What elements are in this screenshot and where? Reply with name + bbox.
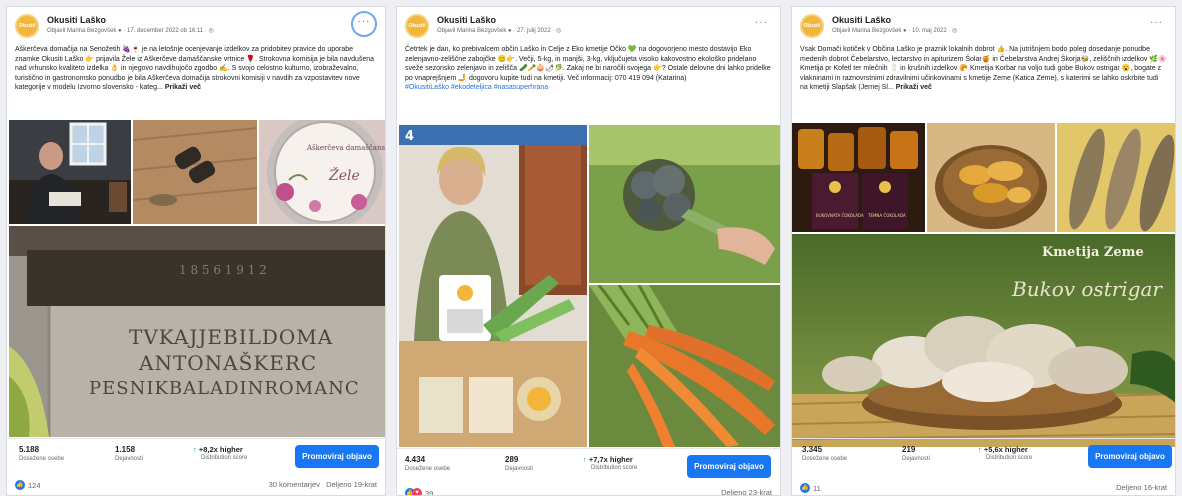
box-number: 4 — [405, 129, 414, 144]
post-body: Vsak Domači kotiček v Občina Laško je pr… — [800, 46, 1167, 92]
more-options-icon[interactable]: ··· — [1150, 17, 1163, 28]
engagement-label: Dejavnosti — [115, 456, 144, 462]
post-header: Okusiti Okusiti Laško Objavil Marina Bez… — [800, 14, 1167, 40]
up-arrow-icon: ↑ — [193, 445, 197, 454]
post-card-domaci-koticek: Okusiti Okusiti Laško Objavil Marina Bez… — [791, 6, 1176, 496]
stone-line-1: TVKAJJEBILDOMA — [129, 325, 333, 349]
see-more-link[interactable]: Prikaži več — [896, 84, 932, 91]
photo-man-reading[interactable] — [9, 120, 131, 224]
engagement-value: 289 — [505, 455, 519, 464]
page-avatar[interactable]: Okusiti — [15, 14, 39, 38]
reaction-count[interactable]: 124 — [28, 481, 41, 490]
chocolate-label-2: TEMNA ČOKOLADA — [867, 213, 906, 218]
post-text: Aškerčeva domačija na Senožetih 🍇🍷 je na… — [15, 45, 377, 93]
promote-post-button[interactable]: Promoviraj objavo — [1088, 445, 1172, 468]
photo-stone-plaque[interactable]: 1 8 5 6 1 9 1 2 TVKAJJEBILDOMA ANTONAŠKE… — [9, 226, 385, 437]
post-stats: 3.345 Dosežene osebe 219 Dejavnosti ↑ +5… — [792, 438, 1175, 476]
stone-line-3: PESNIKBALADINROMANC — [89, 378, 360, 399]
reach-label: Dosežene osebe — [802, 456, 848, 462]
banner-script: Bukov ostrigar — [1011, 277, 1163, 301]
like-icon[interactable]: 👍 — [15, 480, 25, 491]
photo-pastry-basket[interactable] — [927, 123, 1055, 232]
reaction-count[interactable]: 11 — [813, 484, 821, 493]
photo-woman-produce[interactable]: 4 — [399, 125, 587, 447]
photo-oyster-mushrooms[interactable]: Kmetija Zeme Bukov ostrigar — [792, 234, 1175, 447]
engagement-value: 219 — [902, 445, 916, 454]
up-arrow-icon: ↑ — [978, 445, 982, 454]
distribution-value: ↑ +8,2x higher — [193, 445, 243, 454]
more-options-icon[interactable]: ··· — [351, 11, 377, 37]
page-name-link[interactable]: Okusiti Laško — [832, 15, 891, 25]
reach-label: Dosežene osebe — [405, 466, 451, 472]
post-text: Vsak Domači kotiček v Občina Laško je pr… — [800, 45, 1167, 93]
distribution-label: Distribution score — [986, 455, 1033, 461]
shares-count[interactable]: Deljeno 16-krat — [1116, 483, 1167, 492]
reach-value: 5.188 — [19, 445, 40, 454]
post-byline: Objavil Marina Bezgovšek ● · 10. maj 202… — [832, 28, 958, 34]
promote-post-button[interactable]: Promoviraj objavo — [295, 445, 379, 468]
chocolate-label-1: BUKOVNATA ČOKOLADA — [816, 213, 864, 218]
photo-dried-trout[interactable] — [1057, 123, 1175, 232]
engagement-value: 1.158 — [115, 445, 136, 454]
engagement-label: Dejavnosti — [505, 466, 534, 472]
stone-line-2: ANTONAŠKERC — [138, 350, 317, 375]
love-icon[interactable]: ♥ — [412, 488, 422, 495]
post-card-eko-ocko: Okusiti Okusiti Laško Objavil Marina Bez… — [396, 6, 781, 496]
reach-label: Dosežene osebe — [19, 456, 65, 462]
post-body: Četrtek je dan, ko prebivalcem občin Laš… — [405, 46, 771, 82]
like-icon[interactable]: 👍 — [800, 483, 810, 494]
jar-sub-text: Žele — [328, 166, 360, 184]
post-header: Okusiti Okusiti Laško Objavil Marina Bez… — [15, 11, 377, 40]
reactions-bar: 👍 124 30 komentarjev Deljeno 19-krat — [15, 480, 377, 494]
shares-count[interactable]: Deljeno 23-krat — [721, 488, 772, 495]
reach-value: 4.434 — [405, 455, 426, 464]
post-hashtags[interactable]: #OkusitiLaško #ekodeteljica #nasasuperhr… — [405, 84, 548, 91]
engagement-label: Dejavnosti — [902, 456, 931, 462]
post-card-askerc: Okusiti Okusiti Laško Objavil Marina Bez… — [6, 6, 386, 496]
up-arrow-icon: ↑ — [583, 455, 587, 464]
post-header: Okusiti Okusiti Laško Objavil Marina Bez… — [405, 14, 772, 40]
more-options-icon[interactable]: ··· — [755, 17, 768, 28]
promote-post-button[interactable]: Promoviraj objavo — [687, 455, 771, 478]
see-more-link[interactable]: Prikaži več — [165, 84, 201, 91]
distribution-value: ↑ +7,7x higher — [583, 455, 633, 464]
page-name-link[interactable]: Okusiti Laško — [437, 15, 496, 25]
stone-year: 1 8 5 6 1 9 1 2 — [179, 263, 267, 277]
post-text: Četrtek je dan, ko prebivalcem občin Laš… — [405, 45, 772, 93]
post-byline: Objavil Marina Bezgovšek ● · 27. julij 2… — [437, 28, 562, 34]
photo-chocolate-honey[interactable]: BUKOVNATA ČOKOLADA TEMNA ČOKOLADA — [792, 123, 925, 232]
distribution-label: Distribution score — [201, 455, 248, 461]
page-avatar[interactable]: Okusiti — [800, 14, 824, 38]
banner-title: Kmetija Zeme — [1042, 245, 1144, 260]
post-stats: 4.434 Dosežene osebe 289 Dejavnosti ↑ +7… — [397, 448, 780, 486]
reach-value: 3.345 — [802, 445, 823, 454]
reactions-bar: 👍♥ 39 Deljeno 23-krat — [405, 488, 772, 495]
photo-binoculars[interactable] — [133, 120, 257, 224]
page-avatar[interactable]: Okusiti — [405, 14, 429, 38]
distribution-label: Distribution score — [591, 465, 638, 471]
photo-purple-broccoli[interactable] — [589, 125, 780, 283]
post-byline: Objavil Marina Bezgovšek ● · 17. decembe… — [47, 28, 214, 34]
jar-label-text: Aškerčeva damaščanska vrtnica — [306, 143, 385, 152]
distribution-value: ↑ +5,6x higher — [978, 445, 1028, 454]
page-name-link[interactable]: Okusiti Laško — [47, 15, 106, 25]
photo-jar-lid[interactable]: Aškerčeva damaščanska vrtnica Žele — [259, 120, 385, 224]
photo-carrots[interactable] — [589, 285, 780, 447]
comments-shares[interactable]: 30 komentarjev Deljeno 19-krat — [269, 480, 377, 489]
reaction-count[interactable]: 39 — [425, 489, 433, 495]
reactions-bar: 👍 11 Deljeno 16-krat — [800, 483, 1167, 495]
post-stats: 5.188 Dosežene osebe 1.158 Dejavnosti ↑ … — [7, 438, 385, 476]
